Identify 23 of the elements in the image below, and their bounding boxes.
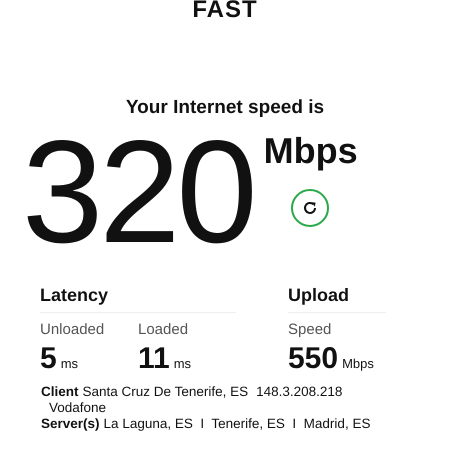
speed-unit: Mbps [264,133,358,169]
metric-label: Unloaded [40,321,106,338]
metric-unit: ms [60,356,78,371]
metric-unit: ms [174,356,192,371]
refresh-icon [302,200,318,216]
metric-label: Speed [288,321,332,338]
speed-value: 320 [22,127,254,257]
section-title: Upload [288,285,386,313]
client-isp: Vodafone [49,400,106,415]
refresh-button[interactable] [290,189,329,227]
metric-value: 11 [138,342,170,375]
metric-value: 5 [40,342,57,375]
logo: FAST [191,0,259,20]
servers-list: La Laguna, ES I Tenerife, ES I Madrid, ES [104,416,370,431]
section-title: Latency [40,285,236,313]
client-ip: 148.3.208.218 [256,384,342,399]
servers-label: Server(s) [41,416,100,431]
client-label: Client [41,384,79,399]
headline: Your Internet speed is [124,97,326,119]
client-location: Santa Cruz De Tenerife, ES [82,384,248,399]
metric-value: 550 [288,342,338,375]
metric-unit: Mbps [342,356,374,371]
metric-label: Loaded [138,321,190,338]
